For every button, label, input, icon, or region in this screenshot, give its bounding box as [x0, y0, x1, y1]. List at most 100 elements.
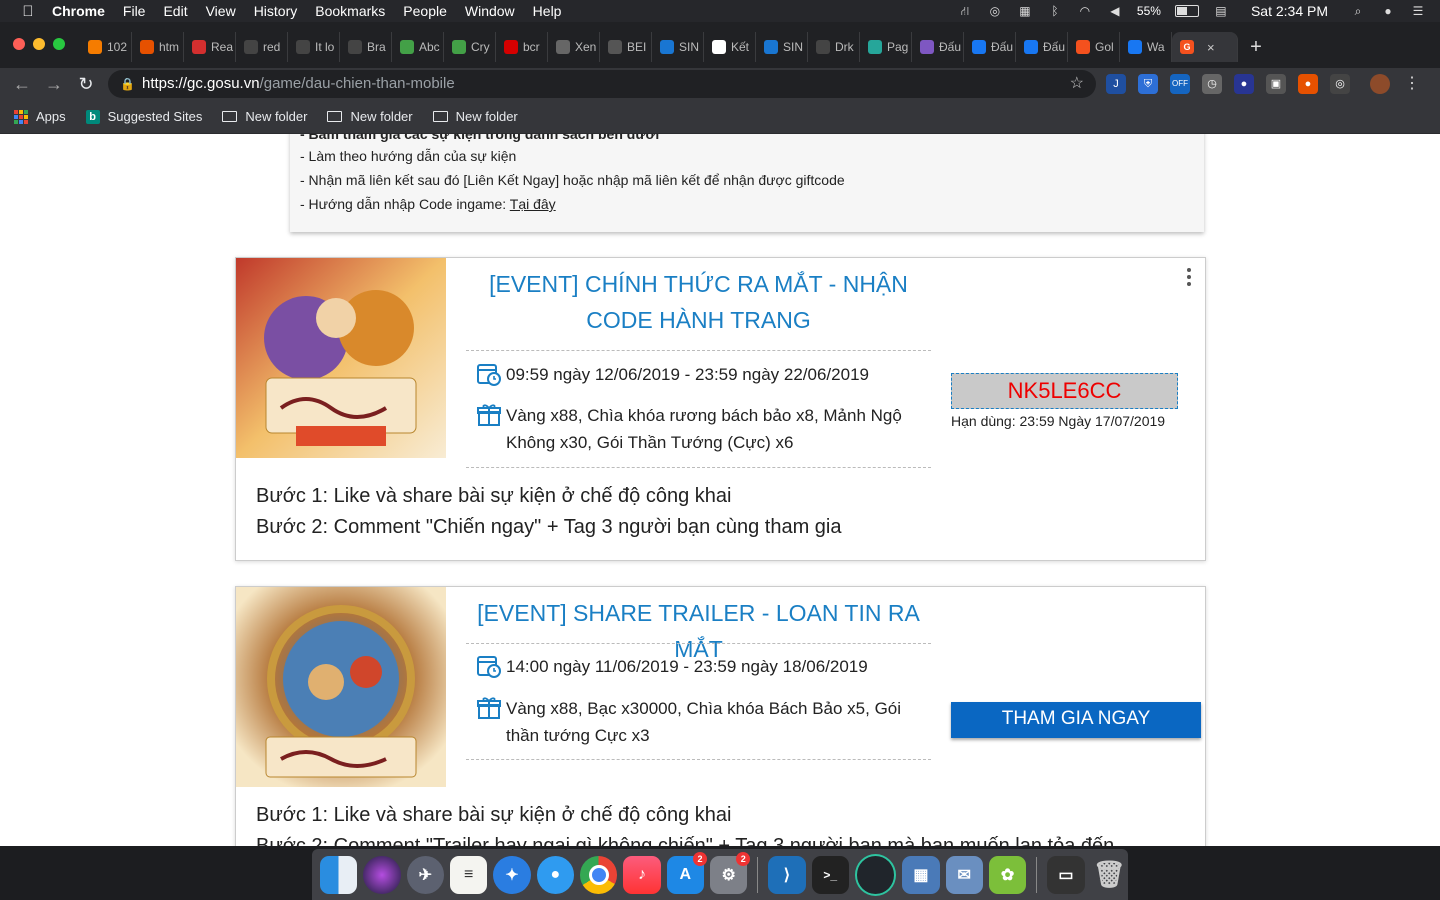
extension-timer-icon[interactable]: ◷	[1202, 74, 1222, 94]
extension-cookie-icon[interactable]: ●	[1298, 74, 1318, 94]
back-arrow-icon[interactable]: ←	[10, 72, 34, 96]
extension-target-icon[interactable]: ◎	[1330, 74, 1350, 94]
apple-menu-icon[interactable]: 	[20, 3, 36, 20]
more-options-icon[interactable]	[1187, 268, 1193, 289]
tab-17[interactable]: Đấu	[964, 32, 1016, 62]
menu-edit[interactable]: Edit	[163, 3, 187, 19]
tab-12[interactable]: Kết	[704, 32, 756, 62]
safari-icon[interactable]: ✦	[493, 855, 531, 894]
wifi-icon[interactable]: ◠	[1077, 5, 1093, 17]
giftcode-box[interactable]: NK5LE6CC	[951, 373, 1178, 409]
tab-9[interactable]: Xen	[548, 32, 600, 62]
menu-file[interactable]: File	[123, 3, 146, 19]
trash-icon[interactable]: 🗑	[1091, 856, 1128, 894]
vscode-icon[interactable]: ⟩	[768, 855, 806, 894]
bookmark-folder-2[interactable]: New folder	[327, 109, 413, 124]
new-tab-button[interactable]: +	[1238, 32, 1274, 66]
bookmark-folder-1-label: New folder	[245, 109, 308, 124]
extension-shield-icon[interactable]: ⛨	[1138, 74, 1158, 94]
join-now-button[interactable]: THAM GIA NGAY	[951, 702, 1201, 738]
tab-15[interactable]: Pag	[860, 32, 912, 62]
messenger-icon[interactable]: ●	[536, 855, 574, 894]
app-store-icon[interactable]: A2	[666, 851, 707, 894]
address-bar[interactable]: 🔒 https://gc.gosu.vn/game/dau-chien-than…	[108, 70, 1096, 98]
image-app-icon[interactable]: ✉	[945, 855, 983, 894]
extension-j-icon[interactable]: J	[1106, 74, 1126, 94]
spotlight-icon[interactable]: ⌕	[1350, 5, 1366, 17]
volume-icon[interactable]: ◀	[1107, 5, 1123, 17]
tab-0[interactable]: 102	[80, 32, 132, 62]
bookmark-star-icon[interactable]: ☆	[1070, 70, 1084, 98]
tab-4[interactable]: It lo	[288, 32, 340, 62]
chrome-icon[interactable]	[579, 855, 618, 894]
tab-7[interactable]: Cry	[444, 32, 496, 62]
docker-icon[interactable]: ▦	[1017, 5, 1033, 17]
menu-app-name[interactable]: Chrome	[52, 3, 105, 19]
terminal-icon[interactable]: >_	[811, 855, 849, 894]
chrome-menu-icon[interactable]: ⋮	[1402, 74, 1422, 94]
extension-off-icon[interactable]: OFF	[1170, 74, 1190, 94]
minimize-window-button[interactable]	[33, 38, 45, 50]
maximize-window-button[interactable]	[53, 38, 65, 50]
battery-icon[interactable]	[1174, 5, 1199, 17]
tab-19[interactable]: Gol	[1068, 32, 1120, 62]
menu-bookmarks[interactable]: Bookmarks	[315, 3, 385, 19]
tab-16[interactable]: Đấu	[912, 32, 964, 62]
tab-14[interactable]: Drk	[808, 32, 860, 62]
system-preferences-icon[interactable]: ⚙ 2	[709, 851, 751, 894]
lock-icon[interactable]: 🔒	[120, 70, 135, 98]
gitkraken-icon[interactable]	[854, 853, 897, 896]
close-window-button[interactable]	[13, 38, 25, 50]
siri-icon[interactable]: ●	[1380, 5, 1396, 17]
event-banner-image[interactable]	[236, 258, 446, 458]
preview-icon[interactable]: ▦	[902, 855, 940, 894]
close-tab-icon[interactable]: ×	[1207, 40, 1215, 55]
notes-icon[interactable]: ≡	[449, 855, 488, 894]
bookmark-folder-3[interactable]: New folder	[432, 109, 518, 124]
tab-active[interactable]: G ×	[1172, 32, 1238, 62]
tab-3[interactable]: red	[236, 32, 288, 62]
tab-2[interactable]: Rea	[184, 32, 236, 62]
tab-5[interactable]: Bra	[340, 32, 392, 62]
itunes-icon[interactable]: ♪	[623, 855, 661, 894]
bookmark-folder-1[interactable]: New folder	[222, 109, 307, 124]
reload-icon[interactable]: ↻	[74, 72, 98, 96]
menu-people[interactable]: People	[403, 3, 447, 19]
tab-label: red	[263, 40, 281, 54]
creative-cloud-icon[interactable]: ◎	[987, 5, 1003, 17]
guide-link[interactable]: Tại đây	[510, 196, 556, 212]
flag-icon[interactable]: ▤	[1213, 5, 1229, 17]
event-title[interactable]: [EVENT] CHÍNH THỨC RA MẮT - NHẬN CODE HÀ…	[476, 266, 921, 338]
menu-view[interactable]: View	[206, 3, 236, 19]
bookmark-apps[interactable]: Apps	[14, 109, 66, 124]
extension-camera-icon[interactable]: ▣	[1266, 74, 1286, 94]
tab-18[interactable]: Đấu	[1016, 32, 1068, 62]
menu-history[interactable]: History	[254, 3, 298, 19]
tab-1[interactable]: htm	[132, 32, 184, 62]
tab-11[interactable]: SIN	[652, 32, 704, 62]
menu-window[interactable]: Window	[465, 3, 515, 19]
tab-10[interactable]: BEI	[600, 32, 652, 62]
extension-blue-icon[interactable]: ●	[1234, 74, 1254, 94]
green-app-icon[interactable]: ✿	[988, 855, 1027, 894]
forward-arrow-icon[interactable]: →	[42, 72, 66, 96]
tab-8[interactable]: bcr	[496, 32, 548, 62]
vpn-icon[interactable]: ⛙	[957, 5, 973, 17]
profile-avatar[interactable]	[1370, 74, 1390, 94]
siri-icon[interactable]	[363, 855, 401, 894]
bluetooth-icon[interactable]: ᛒ	[1047, 5, 1063, 17]
menu-help[interactable]: Help	[533, 3, 562, 19]
divider	[466, 350, 931, 351]
bookmark-suggested-sites[interactable]: b Suggested Sites	[85, 109, 202, 124]
event-banner-image[interactable]	[236, 587, 446, 787]
clock[interactable]: Sat 2:34 PM	[1251, 3, 1328, 19]
tab-13[interactable]: SIN	[756, 32, 808, 62]
tab-6[interactable]: Abc	[392, 32, 444, 62]
tab-20[interactable]: Wa	[1120, 32, 1172, 62]
web-page[interactable]: - Bấm tham gia các sự kiện trong danh sá…	[0, 134, 1440, 846]
terminal-window-icon[interactable]: ▭	[1047, 855, 1085, 894]
finder-icon[interactable]	[320, 855, 358, 894]
event-step-1: Bước 1: Like và share bài sự kiện ở chế …	[256, 804, 732, 826]
launchpad-icon[interactable]: ✈	[406, 855, 444, 894]
notification-center-icon[interactable]: ☰	[1410, 5, 1426, 17]
